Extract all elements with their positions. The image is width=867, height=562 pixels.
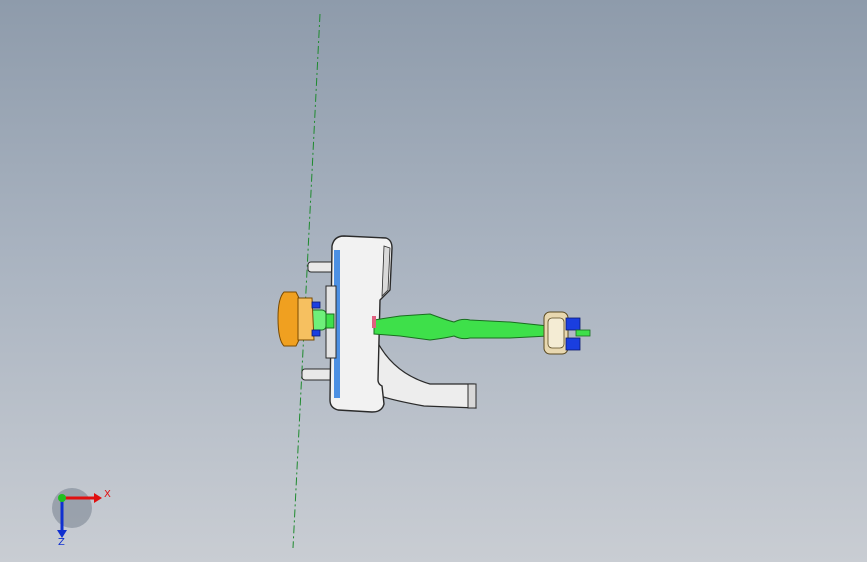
- graphics-viewport[interactable]: X Z: [0, 0, 867, 562]
- triad-x-label: X: [104, 489, 111, 500]
- reference-triad: X Z: [52, 488, 111, 548]
- triad-z-label: Z: [58, 537, 65, 548]
- curved-arm[interactable]: [371, 329, 477, 409]
- triad-y-axis-dot: [58, 494, 66, 502]
- triad-x-arrowhead: [94, 493, 102, 503]
- right-knob[interactable]: [543, 311, 591, 355]
- model-canvas[interactable]: X Z: [0, 0, 867, 562]
- sketch-centerline[interactable]: [292, 13, 321, 549]
- contact-mark: [372, 316, 376, 328]
- triad-shadow: [52, 488, 92, 528]
